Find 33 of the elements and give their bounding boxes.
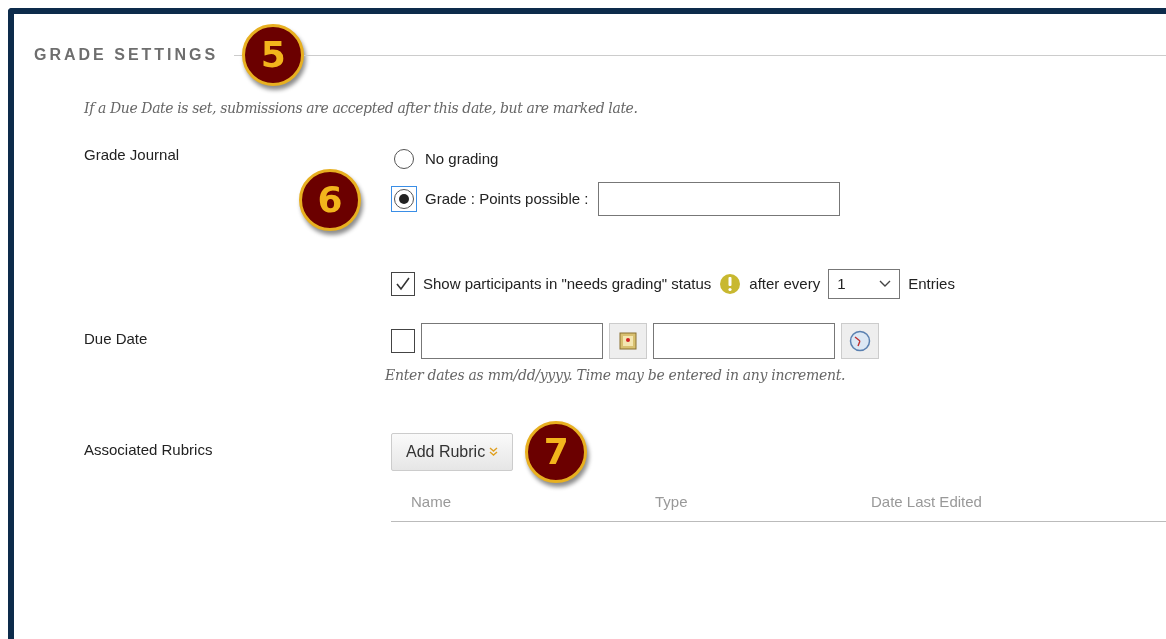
add-rubric-button[interactable]: Add Rubric xyxy=(391,433,514,471)
instruction-text: If a Due Date is set, submissions are accepted after this date, but are marked late. xyxy=(84,99,639,118)
clock-icon xyxy=(849,330,871,352)
radio-label: Grade : Points possible : xyxy=(425,188,589,209)
column-header: Type xyxy=(655,491,689,512)
radio-button[interactable] xyxy=(391,186,417,212)
step-badge: 6 xyxy=(299,169,361,231)
time-field[interactable] xyxy=(653,323,835,359)
inline-text: Entries xyxy=(908,273,955,294)
hint-text: Enter dates as mm/dd/yyyy. Time may be entered in any increment. xyxy=(385,366,847,385)
column-header: Name xyxy=(411,491,452,512)
column-header: Date Last Edited xyxy=(871,491,982,512)
checkbox[interactable] xyxy=(391,272,415,296)
double-chevron-icon xyxy=(489,447,499,457)
field-label: Associated Rubrics xyxy=(84,441,213,458)
section-title: GRADE SETTINGS xyxy=(34,45,219,65)
calendar-button[interactable] xyxy=(609,323,647,359)
warning-icon xyxy=(719,273,742,295)
calendar-icon xyxy=(618,331,638,351)
checkbox[interactable] xyxy=(391,329,415,353)
entries-select[interactable]: 1 xyxy=(828,269,901,299)
chevron-down-icon xyxy=(879,280,892,288)
field-label: Grade Journal xyxy=(84,146,180,163)
date-field[interactable] xyxy=(421,323,603,359)
step-badge: 5 xyxy=(242,24,305,86)
points-field[interactable] xyxy=(598,182,841,216)
radio-label: No grading xyxy=(425,148,499,169)
checkmark-icon xyxy=(394,275,412,293)
clock-button[interactable] xyxy=(841,323,879,359)
checkbox-label: Show participants in "needs grading" status xyxy=(423,273,712,294)
step-badge: 7 xyxy=(525,421,588,483)
field-label: Due Date xyxy=(84,330,148,347)
inline-text: after every xyxy=(749,273,821,294)
